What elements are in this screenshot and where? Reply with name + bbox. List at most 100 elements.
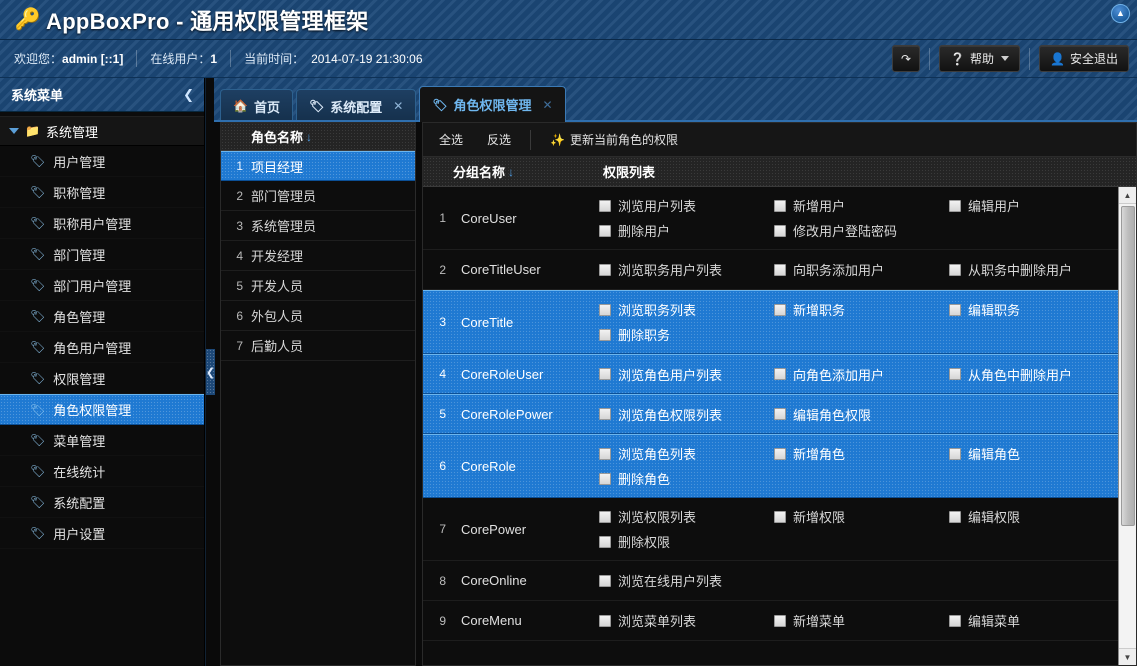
permission-checkbox-item[interactable]: 向角色添加用户 (768, 362, 943, 387)
permission-row[interactable]: 8 CoreOnline 浏览在线用户列表 (423, 561, 1118, 601)
checkbox-icon[interactable] (948, 263, 961, 276)
scroll-down-button[interactable]: ▼ (1118, 648, 1136, 665)
permission-checkbox-item[interactable]: 新增用户 (768, 193, 943, 218)
permission-checkbox-item[interactable]: 浏览权限列表 (593, 504, 768, 529)
checkbox-icon[interactable] (599, 510, 611, 523)
sidebar-item[interactable]: 🏷 部门用户管理 (0, 270, 204, 301)
tab[interactable]: 🏷 角色权限管理 ✕ (419, 86, 566, 122)
sidebar-item[interactable]: 🏷 菜单管理 (0, 425, 204, 456)
logout-button[interactable]: 👤 安全退出 (1039, 45, 1129, 72)
permission-checkbox-item[interactable]: 浏览角色用户列表 (593, 362, 768, 387)
scrollbar-thumb[interactable] (1121, 206, 1135, 526)
checkbox-icon[interactable] (599, 224, 611, 237)
permission-checkbox-item[interactable]: 浏览职务列表 (593, 297, 768, 322)
vertical-scrollbar[interactable]: ▲ ▼ (1118, 187, 1136, 665)
permission-row[interactable]: 7 CorePower 浏览权限列表 新增权限 编辑权限 删除权限 (423, 498, 1118, 561)
permission-checkbox-item[interactable]: 编辑职务 (943, 297, 1118, 322)
permission-checkbox-item[interactable]: 编辑菜单 (943, 608, 1118, 633)
checkbox-icon[interactable] (599, 368, 611, 380)
sidebar-item[interactable]: 🏷 角色管理 (0, 301, 204, 332)
checkbox-icon[interactable] (773, 368, 786, 380)
help-button[interactable]: ❔ 帮助 (939, 45, 1021, 72)
chevron-up-icon[interactable]: ▲ (1111, 4, 1130, 23)
checkbox-icon[interactable] (773, 224, 786, 237)
checkbox-icon[interactable] (599, 447, 611, 460)
sidebar-item[interactable]: 🏷 用户设置 (0, 518, 204, 549)
permission-checkbox-item[interactable]: 从角色中删除用户 (943, 362, 1118, 387)
checkbox-icon[interactable] (948, 447, 961, 460)
permission-checkbox-item[interactable]: 编辑权限 (943, 504, 1118, 529)
checkbox-icon[interactable] (773, 199, 786, 212)
sidebar-item[interactable]: 🏷 系统配置 (0, 487, 204, 518)
permission-checkbox-item[interactable]: 编辑用户 (943, 193, 1118, 218)
role-row[interactable]: 7 后勤人员 (221, 331, 415, 361)
permission-row[interactable]: 2 CoreTitleUser 浏览职务用户列表 向职务添加用户 从职务中删除用户 (423, 250, 1118, 290)
role-name-column-header[interactable]: 角色名称 ↓ (251, 127, 312, 146)
group-name-column-header[interactable]: 分组名称 ↓ (453, 162, 593, 181)
checkbox-icon[interactable] (773, 263, 786, 276)
checkbox-icon[interactable] (599, 263, 611, 276)
permission-checkbox-item[interactable]: 新增职务 (768, 297, 943, 322)
update-role-permission-button[interactable]: ✨ 更新当前角色的权限 (540, 128, 688, 152)
role-row[interactable]: 6 外包人员 (221, 301, 415, 331)
checkbox-icon[interactable] (948, 614, 961, 627)
permission-checkbox-item[interactable]: 删除用户 (593, 218, 768, 243)
permission-checkbox-item[interactable]: 浏览角色权限列表 (593, 402, 768, 427)
permission-checkbox-item[interactable]: 新增权限 (768, 504, 943, 529)
checkbox-icon[interactable] (948, 510, 961, 523)
sidebar-item[interactable]: 🏷 角色用户管理 (0, 332, 204, 363)
permission-checkbox-item[interactable]: 删除角色 (593, 466, 768, 491)
sidebar-splitter[interactable]: ❮ (205, 78, 215, 666)
checkbox-icon[interactable] (599, 574, 611, 587)
permission-row[interactable]: 1 CoreUser 浏览用户列表 新增用户 编辑用户 删除用户 修改用户登陆密码 (423, 187, 1118, 250)
role-row[interactable]: 3 系统管理员 (221, 211, 415, 241)
checkbox-icon[interactable] (599, 408, 611, 420)
checkbox-icon[interactable] (773, 408, 786, 420)
permission-checkbox-item[interactable]: 编辑角色权限 (768, 402, 943, 427)
chevron-left-icon[interactable]: ❮ (183, 87, 194, 103)
permission-row[interactable]: 5 CoreRolePower 浏览角色权限列表 编辑角色权限 (423, 394, 1118, 434)
sidebar-group-system[interactable]: 📁 系统管理 (0, 116, 204, 146)
permission-row[interactable]: 3 CoreTitle 浏览职务列表 新增职务 编辑职务 删除职务 (423, 290, 1118, 354)
permission-checkbox-item[interactable]: 删除职务 (593, 322, 768, 347)
checkbox-icon[interactable] (773, 614, 786, 627)
sidebar-item[interactable]: 🏷 职称管理 (0, 177, 204, 208)
permission-checkbox-item[interactable]: 删除权限 (593, 529, 768, 554)
role-row[interactable]: 2 部门管理员 (221, 181, 415, 211)
checkbox-icon[interactable] (599, 199, 611, 212)
sidebar-item[interactable]: 🏷 角色权限管理 (0, 394, 204, 425)
tab[interactable]: 🏠 首页 (220, 89, 293, 122)
permission-checkbox-item[interactable]: 浏览菜单列表 (593, 608, 768, 633)
role-row[interactable]: 4 开发经理 (221, 241, 415, 271)
checkbox-icon[interactable] (773, 303, 786, 316)
permission-checkbox-item[interactable]: 浏览用户列表 (593, 193, 768, 218)
tab[interactable]: 🏷 系统配置 ✕ (295, 89, 417, 122)
checkbox-icon[interactable] (599, 328, 611, 341)
permission-checkbox-item[interactable]: 浏览职务用户列表 (593, 257, 768, 282)
permission-checkbox-item[interactable]: 新增菜单 (768, 608, 943, 633)
checkbox-icon[interactable] (599, 535, 611, 548)
checkbox-icon[interactable] (599, 472, 611, 485)
checkbox-icon[interactable] (948, 303, 961, 316)
permission-checkbox-item[interactable]: 修改用户登陆密码 (768, 218, 943, 243)
checkbox-icon[interactable] (599, 303, 611, 316)
permission-checkbox-item[interactable]: 新增角色 (768, 441, 943, 466)
checkbox-icon[interactable] (773, 447, 786, 460)
checkbox-icon[interactable] (948, 368, 961, 380)
role-row[interactable]: 1 项目经理 (221, 151, 415, 181)
permission-checkbox-item[interactable]: 向职务添加用户 (768, 257, 943, 282)
role-row[interactable]: 5 开发人员 (221, 271, 415, 301)
permission-row[interactable]: 4 CoreRoleUser 浏览角色用户列表 向角色添加用户 从角色中删除用户 (423, 354, 1118, 394)
permission-row[interactable]: 6 CoreRole 浏览角色列表 新增角色 编辑角色 删除角色 (423, 434, 1118, 498)
permission-checkbox-item[interactable]: 浏览在线用户列表 (593, 568, 768, 593)
checkbox-icon[interactable] (599, 614, 611, 627)
permission-checkbox-item[interactable]: 从职务中删除用户 (943, 257, 1118, 282)
sidebar-item[interactable]: 🏷 权限管理 (0, 363, 204, 394)
invert-selection-button[interactable]: 反选 (477, 128, 521, 152)
sidebar-item[interactable]: 🏷 职称用户管理 (0, 208, 204, 239)
refresh-button[interactable]: ↷ (892, 45, 921, 72)
splitter-collapse-handle[interactable]: ❮ (206, 349, 215, 395)
close-icon[interactable]: ✕ (543, 98, 553, 112)
sidebar-item[interactable]: 🏷 在线统计 (0, 456, 204, 487)
checkbox-icon[interactable] (773, 510, 786, 523)
